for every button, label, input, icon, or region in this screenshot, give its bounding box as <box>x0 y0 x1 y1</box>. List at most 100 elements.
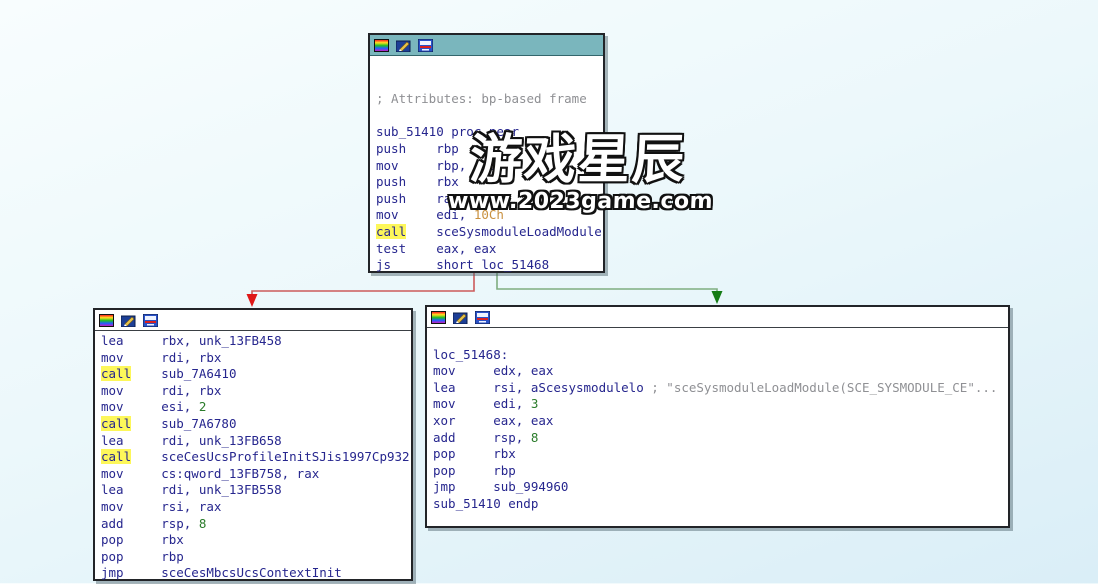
code-line[interactable]: call sub_7A6780 <box>101 416 409 433</box>
group-node-icon[interactable] <box>418 39 433 52</box>
edge-false-branch-arrowhead <box>247 294 258 307</box>
code-line[interactable]: loc_51468: <box>433 347 1006 364</box>
code-text: sceSysmoduleLoadModule <box>406 224 602 239</box>
code-line[interactable]: mov esi, 2 <box>101 399 409 416</box>
node-color-icon[interactable] <box>431 311 446 324</box>
code-text: loc_51468: <box>433 347 508 362</box>
comment-text: ; "sceSysmoduleLoadModule(SCE_SYSMODULE_… <box>651 380 997 395</box>
code-line[interactable]: pop rbx <box>101 532 409 549</box>
code-text: test eax, eax <box>376 241 496 256</box>
disassembly-listing: lea rbx, unk_13FB458mov rdi, rbxcall sub… <box>95 331 411 584</box>
edit-node-icon[interactable] <box>453 311 468 324</box>
code-line[interactable]: sub_51410 proc near <box>376 124 601 141</box>
code-line[interactable]: mov rdi, rbx <box>101 383 409 400</box>
code-line[interactable]: push rax <box>376 191 601 208</box>
code-text: lea rdi, unk_13FB558 <box>101 482 282 497</box>
code-line[interactable]: push rbx <box>376 174 601 191</box>
code-line[interactable]: lea rbx, unk_13FB458 <box>101 333 409 350</box>
ida-graph-view: { "watermark": { "title": "游戏星辰", "subti… <box>0 0 1098 583</box>
code-line[interactable]: jmp sceCesMbcsUcsContextInit <box>101 565 409 582</box>
code-text: pop rbp <box>101 549 184 564</box>
code-line[interactable]: mov edi, 10Ch <box>376 207 601 224</box>
code-text: xor eax, eax <box>433 413 553 428</box>
code-text: mov rdi, rbx <box>101 383 221 398</box>
code-text: mov edx, eax <box>433 363 553 378</box>
disassembly-listing: ; Attributes: bp-based frame sub_51410 p… <box>370 56 603 276</box>
code-text: pop rbp <box>433 463 516 478</box>
highlighted-call: call <box>101 449 131 464</box>
highlighted-call: call <box>101 416 131 431</box>
code-text: add rsp, <box>433 430 531 445</box>
code-line[interactable]: jmp sub_994960 <box>433 479 1006 496</box>
code-line[interactable]: push rbp <box>376 141 601 158</box>
disassembly-listing: loc_51468:mov edx, eax lea rsi, aScesysmo… <box>427 328 1008 515</box>
code-text: sub_7A6410 <box>131 366 236 381</box>
code-text: mov edi, <box>433 396 531 411</box>
code-line[interactable] <box>433 330 1006 347</box>
code-text: 8 <box>531 430 539 445</box>
edge-true-branch-arrowhead <box>712 291 723 304</box>
code-line[interactable]: pop rbx <box>433 446 1006 463</box>
code-text: 10Ch <box>474 207 504 222</box>
code-line[interactable]: ; Attributes: bp-based frame <box>376 91 601 108</box>
code-line[interactable]: js short loc_51468 <box>376 257 601 274</box>
code-line[interactable]: call sceSysmoduleLoadModule <box>376 224 601 241</box>
code-line[interactable]: test eax, eax <box>376 241 601 258</box>
code-line[interactable] <box>376 108 601 125</box>
code-text: push rbp <box>376 141 459 156</box>
code-text: sub_51410 proc near <box>376 124 519 139</box>
node-color-icon[interactable] <box>374 39 389 52</box>
code-line[interactable]: call sub_7A6410 <box>101 366 409 383</box>
code-text: push rbx <box>376 174 459 189</box>
code-line[interactable] <box>376 58 601 75</box>
code-text: 3 <box>531 396 539 411</box>
code-text: 8 <box>199 516 207 531</box>
code-text: sceCesUcsProfileInitSJis1997Cp932 <box>131 449 409 464</box>
code-line[interactable]: mov edx, eax <box>433 363 1006 380</box>
code-text: add rsp, <box>101 516 199 531</box>
basic-block-fallthrough[interactable]: lea rbx, unk_13FB458mov rdi, rbxcall sub… <box>93 308 413 581</box>
group-node-icon[interactable] <box>143 314 158 327</box>
code-text: sub_7A6780 <box>131 416 236 431</box>
code-line[interactable]: add rsp, 8 <box>433 430 1006 447</box>
group-node-icon[interactable] <box>475 311 490 324</box>
code-line[interactable]: lea rdi, unk_13FB558 <box>101 482 409 499</box>
code-line[interactable]: mov rdi, rbx <box>101 350 409 367</box>
node-title-bar[interactable] <box>95 310 411 331</box>
code-line[interactable]: lea rdi, unk_13FB658 <box>101 433 409 450</box>
code-line[interactable] <box>376 75 601 92</box>
node-title-bar[interactable] <box>427 307 1008 328</box>
code-text: pop rbx <box>101 532 184 547</box>
code-line[interactable]: add rsp, 8 <box>101 516 409 533</box>
highlighted-call: call <box>101 366 131 381</box>
comment-text: ; Attributes: bp-based frame <box>376 91 587 106</box>
basic-block-loc-51468[interactable]: loc_51468:mov edx, eax lea rsi, aScesysmo… <box>425 305 1010 528</box>
code-line[interactable]: call sceCesUcsProfileInitSJis1997Cp932 <box>101 449 409 466</box>
code-line[interactable]: pop rbp <box>101 549 409 566</box>
code-line[interactable]: xor eax, eax <box>433 413 1006 430</box>
code-line[interactable]: sub_51410 endp <box>433 496 1006 513</box>
edit-node-icon[interactable] <box>396 39 411 52</box>
code-line[interactable]: mov rsi, rax <box>101 499 409 516</box>
edit-node-icon[interactable] <box>121 314 136 327</box>
code-text: jmp sub_994960 <box>433 479 568 494</box>
code-text: mov esi, <box>101 399 199 414</box>
node-color-icon[interactable] <box>99 314 114 327</box>
code-text: lea rdi, unk_13FB658 <box>101 433 282 448</box>
code-text: mov edi, <box>376 207 474 222</box>
code-text: push rax <box>376 191 459 206</box>
code-line[interactable]: lea rsi, aScesysmodulelo ; "sceSysmodule… <box>433 380 1006 397</box>
code-text: lea rsi, aScesysmodulelo <box>433 380 651 395</box>
code-text: js short loc_51468 <box>376 257 549 272</box>
code-line[interactable]: mov rbp, rsp <box>376 158 601 175</box>
node-title-bar[interactable] <box>370 35 603 56</box>
code-line[interactable]: mov cs:qword_13FB758, rax <box>101 466 409 483</box>
code-text: mov rdi, rbx <box>101 350 221 365</box>
code-line[interactable]: pop rbp <box>433 463 1006 480</box>
code-line[interactable]: mov edi, 3 <box>433 396 1006 413</box>
highlighted-call: call <box>376 224 406 239</box>
code-text: mov rbp, rsp <box>376 158 496 173</box>
code-text: sub_51410 endp <box>433 496 538 511</box>
basic-block-sub-51410[interactable]: ; Attributes: bp-based frame sub_51410 p… <box>368 33 605 273</box>
code-text: jmp sceCesMbcsUcsContextInit <box>101 565 342 580</box>
